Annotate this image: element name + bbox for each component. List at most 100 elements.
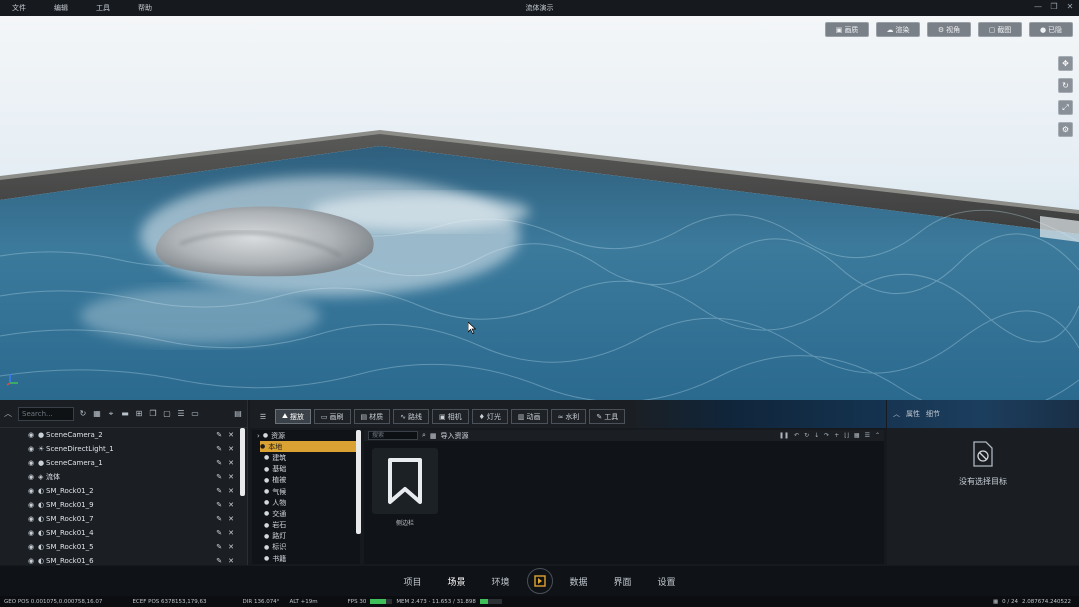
quality-button[interactable]: ▣ 画质 — [825, 22, 869, 37]
panel-icon[interactable]: ▤ — [233, 409, 243, 419]
list-icon[interactable]: ☰ — [176, 409, 186, 419]
pause-icon[interactable]: ❚❚ — [779, 432, 789, 439]
visibility-eye-icon[interactable]: ◉ — [28, 529, 38, 537]
bracket-icon[interactable]: ⌊⌋ — [844, 432, 849, 439]
edit-icon[interactable]: ✎ — [216, 445, 222, 453]
list-item[interactable]: ● 书籍 — [252, 553, 360, 564]
tab-route[interactable]: ∿ 路线 — [393, 409, 430, 424]
visibility-eye-icon[interactable]: ◉ — [28, 515, 38, 523]
outliner-search-input[interactable]: Search... — [18, 406, 74, 421]
restore-icon[interactable]: ❐ — [1049, 2, 1059, 11]
nav-data[interactable]: 数据 — [557, 575, 601, 588]
scene-viewport[interactable]: ▣ 画质 ☁ 渲染 ⚙ 视角 ▢ 截图 ● 已隐 ✥ ↻ ⤢ ⚙ — [0, 16, 1079, 400]
delete-icon[interactable]: ✕ — [228, 459, 234, 467]
list-item[interactable]: ● 基础 — [252, 464, 360, 475]
list-item[interactable]: ● 建筑 — [252, 452, 360, 463]
menu-icon[interactable]: ☰ — [254, 409, 272, 424]
tab-details[interactable]: 细节 — [926, 409, 940, 419]
table-row[interactable]: ◉ ☀ SceneDirectLight_1 ✎ ✕ — [0, 442, 240, 456]
list-item[interactable]: ● 植被 — [252, 475, 360, 486]
visibility-eye-icon[interactable]: ◉ — [28, 473, 38, 481]
visibility-eye-icon[interactable]: ◉ — [28, 501, 38, 509]
edit-icon[interactable]: ✎ — [216, 473, 222, 481]
edit-icon[interactable]: ✎ — [216, 515, 222, 523]
edit-icon[interactable]: ✎ — [216, 501, 222, 509]
grid-icon[interactable]: ▦ — [92, 409, 102, 419]
tab-tools[interactable]: ✎ 工具 — [589, 409, 626, 424]
tab-brush[interactable]: ▭ 画刷 — [313, 409, 351, 424]
import-assets-button[interactable]: 导入资源 — [441, 431, 469, 441]
loop-icon[interactable]: ↻ — [804, 432, 809, 439]
table-row[interactable]: ◉ ◈ 流体 ✎ ✕ — [0, 470, 240, 484]
chevron-right-icon[interactable]: › — [257, 432, 260, 440]
list-item[interactable]: ● 本地 — [260, 441, 360, 453]
visibility-eye-icon[interactable]: ◉ — [28, 543, 38, 551]
delete-icon[interactable]: ✕ — [228, 515, 234, 523]
visibility-eye-icon[interactable]: ◉ — [28, 487, 38, 495]
list-item[interactable]: ● 人物 — [252, 497, 360, 508]
view-button[interactable]: ⚙ 视角 — [927, 22, 971, 37]
tab-properties[interactable]: 属性 — [906, 409, 920, 419]
nav-interface[interactable]: 界面 — [601, 575, 645, 588]
nav-scene[interactable]: 场景 — [435, 575, 479, 588]
list-item[interactable]: ● 气候 — [252, 486, 360, 497]
download-icon[interactable]: ↓ — [814, 432, 819, 439]
search-icon[interactable]: ⌕ — [422, 431, 426, 440]
hide-toggle-button[interactable]: ● 已隐 — [1029, 22, 1073, 37]
refresh-icon[interactable]: ↻ — [78, 409, 88, 419]
delete-icon[interactable]: ✕ — [228, 501, 234, 509]
folder-icon[interactable]: ▬ — [120, 409, 130, 419]
chevron-up-icon[interactable]: ︿ — [4, 408, 14, 419]
list-item[interactable]: ● 路灯 — [252, 531, 360, 542]
import-icon[interactable]: ▦ — [430, 432, 437, 440]
list-view-icon[interactable]: ☰ — [865, 432, 870, 439]
category-scrollbar[interactable] — [356, 430, 361, 534]
list-item[interactable]: › ● 资源 — [252, 430, 360, 441]
plus-icon[interactable]: + — [834, 432, 839, 439]
table-row[interactable]: ◉ ◐ SM_Rock01_9 ✎ ✕ — [0, 498, 240, 512]
list-item[interactable]: ● 岩石 — [252, 520, 360, 531]
render-button[interactable]: ☁ 渲染 — [876, 22, 920, 37]
nav-project[interactable]: 项目 — [391, 575, 435, 588]
visibility-eye-icon[interactable]: ◉ — [28, 445, 38, 453]
menu-file[interactable]: 文件 — [12, 3, 54, 13]
rotate-icon[interactable]: ↻ — [1058, 78, 1073, 93]
delete-icon[interactable]: ✕ — [228, 557, 234, 565]
nav-environment[interactable]: 环境 — [479, 575, 523, 588]
home-button[interactable] — [526, 568, 553, 594]
table-row[interactable]: ◉ ● SceneCamera_1 ✎ ✕ — [0, 456, 240, 470]
table-row[interactable]: ◉ ◐ SM_Rock01_4 ✎ ✕ — [0, 526, 240, 540]
undo-icon[interactable]: ↶ — [794, 432, 799, 439]
edit-icon[interactable]: ✎ — [216, 557, 222, 565]
delete-icon[interactable]: ✕ — [228, 445, 234, 453]
tab-animation[interactable]: ▥ 动画 — [510, 409, 548, 424]
visibility-eye-icon[interactable]: ◉ — [28, 459, 38, 467]
asset-search-input[interactable]: 搜索 — [368, 431, 418, 440]
link-icon[interactable]: ⊞ — [134, 409, 144, 419]
list-item[interactable]: ● 标识 — [252, 542, 360, 553]
minimize-icon[interactable]: — — [1033, 2, 1043, 11]
table-row[interactable]: ◉ ● SceneCamera_2 ✎ ✕ — [0, 428, 240, 442]
delete-icon[interactable]: ✕ — [228, 473, 234, 481]
tab-light[interactable]: ♦ 灯光 — [471, 409, 508, 424]
tab-camera[interactable]: ▣ 相机 — [432, 409, 469, 424]
collapse-icon[interactable]: ⌃ — [875, 432, 880, 439]
settings-icon[interactable]: ⚙ — [1058, 122, 1073, 137]
outliner-scrollbar[interactable] — [240, 428, 245, 496]
visibility-eye-icon[interactable]: ◉ — [28, 557, 38, 565]
delete-icon[interactable]: ✕ — [228, 431, 234, 439]
menu-tools[interactable]: 工具 — [96, 3, 138, 13]
edit-icon[interactable]: ✎ — [216, 529, 222, 537]
menu-edit[interactable]: 编辑 — [54, 3, 96, 13]
close-icon[interactable]: ✕ — [1065, 2, 1075, 11]
delete-icon[interactable]: ✕ — [228, 529, 234, 537]
table-row[interactable]: ◉ ◐ SM_Rock01_7 ✎ ✕ — [0, 512, 240, 526]
edit-icon[interactable]: ✎ — [216, 487, 222, 495]
window-icon[interactable]: ▭ — [190, 409, 200, 419]
visibility-eye-icon[interactable]: ◉ — [28, 431, 38, 439]
move-icon[interactable]: ✥ — [1058, 56, 1073, 71]
redo-icon[interactable]: ↷ — [824, 432, 829, 439]
delete-icon[interactable]: ✕ — [228, 487, 234, 495]
copy-icon[interactable]: ❐ — [148, 409, 158, 419]
tab-hydraulic[interactable]: ≈ 水利 — [550, 409, 587, 424]
